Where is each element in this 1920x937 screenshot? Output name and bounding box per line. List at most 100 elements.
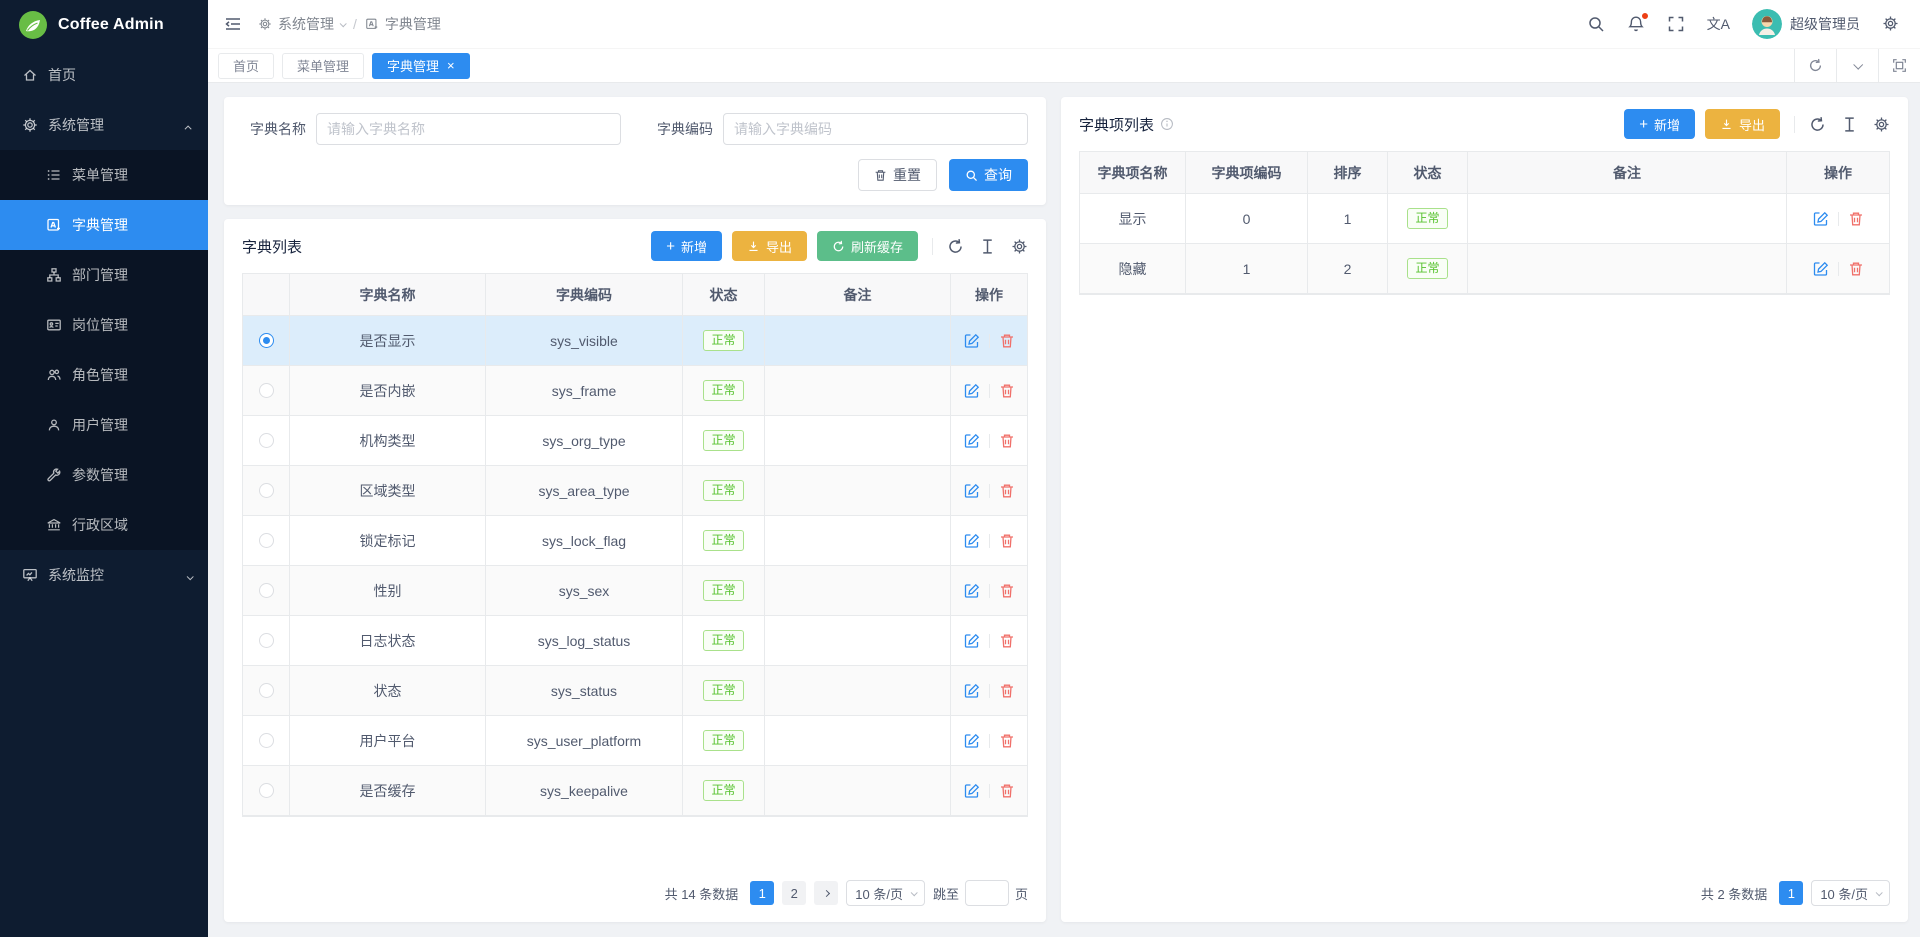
delete-icon[interactable] <box>999 633 1015 649</box>
delete-icon[interactable] <box>999 583 1015 599</box>
table-row[interactable]: 是否内嵌 sys_frame 正常 <box>243 366 1027 416</box>
fullscreen-icon[interactable] <box>1667 15 1685 33</box>
column-settings-gear-icon[interactable] <box>1011 238 1028 255</box>
table-row[interactable]: 用户平台 sys_user_platform 正常 <box>243 716 1027 766</box>
remark-cell <box>765 416 951 466</box>
settings-gear-icon[interactable] <box>1882 15 1900 33</box>
edit-icon[interactable] <box>964 333 980 349</box>
table-row[interactable]: 显示 0 1 正常 <box>1080 194 1889 244</box>
delete-icon[interactable] <box>999 433 1015 449</box>
delete-icon[interactable] <box>999 683 1015 699</box>
dict-name-cell: 状态 <box>290 666 486 716</box>
column-settings-gear-icon[interactable] <box>1873 116 1890 133</box>
dict-name-input[interactable] <box>316 113 621 145</box>
table-row[interactable]: 锁定标记 sys_lock_flag 正常 <box>243 516 1027 566</box>
delete-icon[interactable] <box>999 783 1015 799</box>
tab-options-chevron-icon[interactable] <box>1836 49 1878 82</box>
tab-home[interactable]: 首页 <box>218 53 274 79</box>
sidebar-item-monitor[interactable]: 系统监控 <box>0 550 208 600</box>
delete-icon[interactable] <box>1848 211 1864 227</box>
row-radio[interactable] <box>259 483 274 498</box>
row-radio[interactable] <box>259 783 274 798</box>
row-radio[interactable] <box>259 333 274 348</box>
sidebar-item-dict-mgmt[interactable]: 字典管理 <box>0 200 208 250</box>
delete-icon[interactable] <box>999 733 1015 749</box>
translate-icon[interactable]: 文A <box>1707 14 1730 34</box>
maximize-content-icon[interactable] <box>1878 49 1920 82</box>
row-height-icon[interactable] <box>979 238 996 255</box>
close-tab-icon[interactable]: × <box>447 59 455 72</box>
table-row[interactable]: 隐藏 1 2 正常 <box>1080 244 1889 294</box>
user-menu[interactable]: 超级管理员 <box>1752 9 1860 39</box>
page-jump-input[interactable] <box>965 880 1009 906</box>
refresh-cache-button[interactable]: 刷新缓存 <box>817 231 918 261</box>
edit-icon[interactable] <box>1813 261 1829 277</box>
delete-icon[interactable] <box>999 383 1015 399</box>
sidebar-item-post-mgmt[interactable]: 岗位管理 <box>0 300 208 350</box>
row-radio[interactable] <box>259 683 274 698</box>
sidebar-item-menu-mgmt[interactable]: 菜单管理 <box>0 150 208 200</box>
table-row[interactable]: 机构类型 sys_org_type 正常 <box>243 416 1027 466</box>
edit-icon[interactable] <box>964 433 980 449</box>
edit-icon[interactable] <box>1813 211 1829 227</box>
collapse-sidebar-icon[interactable] <box>224 15 242 33</box>
column-header: 字典名称 <box>290 274 486 316</box>
sidebar-item-param-mgmt[interactable]: 参数管理 <box>0 450 208 500</box>
export-dict-button[interactable]: 导出 <box>732 231 807 261</box>
table-row[interactable]: 是否显示 sys_visible 正常 <box>243 316 1027 366</box>
table-row[interactable]: 日志状态 sys_log_status 正常 <box>243 616 1027 666</box>
refresh-table-icon[interactable] <box>1809 116 1826 133</box>
sidebar-item-role-mgmt[interactable]: 角色管理 <box>0 350 208 400</box>
delete-icon[interactable] <box>1848 261 1864 277</box>
tab-menu-mgmt[interactable]: 菜单管理 <box>282 53 364 79</box>
reset-button[interactable]: 重置 <box>858 159 937 191</box>
table-row[interactable]: 区域类型 sys_area_type 正常 <box>243 466 1027 516</box>
row-radio[interactable] <box>259 383 274 398</box>
breadcrumb-parent[interactable]: 系统管理 <box>258 14 345 34</box>
edit-icon[interactable] <box>964 683 980 699</box>
refresh-table-icon[interactable] <box>947 238 964 255</box>
page-1-button[interactable]: 1 <box>750 881 774 905</box>
add-dict-button[interactable]: + 新增 <box>651 231 722 261</box>
edit-icon[interactable] <box>964 783 980 799</box>
edit-icon[interactable] <box>964 733 980 749</box>
add-dict-item-button[interactable]: + 新增 <box>1624 109 1695 139</box>
query-button[interactable]: 查询 <box>949 159 1028 191</box>
edit-icon[interactable] <box>964 483 980 499</box>
edit-icon[interactable] <box>964 383 980 399</box>
edit-icon[interactable] <box>964 633 980 649</box>
refresh-tab-icon[interactable] <box>1794 49 1836 82</box>
page-size-select[interactable]: 10 条/页 <box>1811 880 1890 906</box>
delete-icon[interactable] <box>999 533 1015 549</box>
sidebar-item-admin-region[interactable]: 行政区域 <box>0 500 208 550</box>
page-2-button[interactable]: 2 <box>782 881 806 905</box>
sidebar-item-dept-mgmt[interactable]: 部门管理 <box>0 250 208 300</box>
notification-bell-icon[interactable] <box>1627 15 1645 33</box>
delete-icon[interactable] <box>999 483 1015 499</box>
row-radio[interactable] <box>259 433 274 448</box>
row-radio[interactable] <box>259 583 274 598</box>
page-size-select[interactable]: 10 条/页 <box>846 880 925 906</box>
table-row[interactable]: 是否缓存 sys_keepalive 正常 <box>243 766 1027 816</box>
table-row[interactable]: 状态 sys_status 正常 <box>243 666 1027 716</box>
person-icon <box>46 417 62 433</box>
next-page-button[interactable] <box>814 881 838 905</box>
row-radio[interactable] <box>259 533 274 548</box>
export-dict-items-button[interactable]: 导出 <box>1705 109 1780 139</box>
table-row[interactable]: 性别 sys_sex 正常 <box>243 566 1027 616</box>
download-icon <box>1720 118 1733 131</box>
dict-code-input[interactable] <box>723 113 1028 145</box>
row-radio[interactable] <box>259 733 274 748</box>
page-1-button[interactable]: 1 <box>1779 881 1803 905</box>
sidebar-item-home[interactable]: 首页 <box>0 50 208 100</box>
edit-icon[interactable] <box>964 533 980 549</box>
total-count: 共 2 条数据 <box>1701 884 1767 903</box>
sidebar-item-system[interactable]: 系统管理 <box>0 100 208 150</box>
edit-icon[interactable] <box>964 583 980 599</box>
row-height-icon[interactable] <box>1841 116 1858 133</box>
search-icon[interactable] <box>1587 15 1605 33</box>
row-radio[interactable] <box>259 633 274 648</box>
sidebar-item-user-mgmt[interactable]: 用户管理 <box>0 400 208 450</box>
delete-icon[interactable] <box>999 333 1015 349</box>
tab-dict-mgmt[interactable]: 字典管理 × <box>372 53 470 79</box>
